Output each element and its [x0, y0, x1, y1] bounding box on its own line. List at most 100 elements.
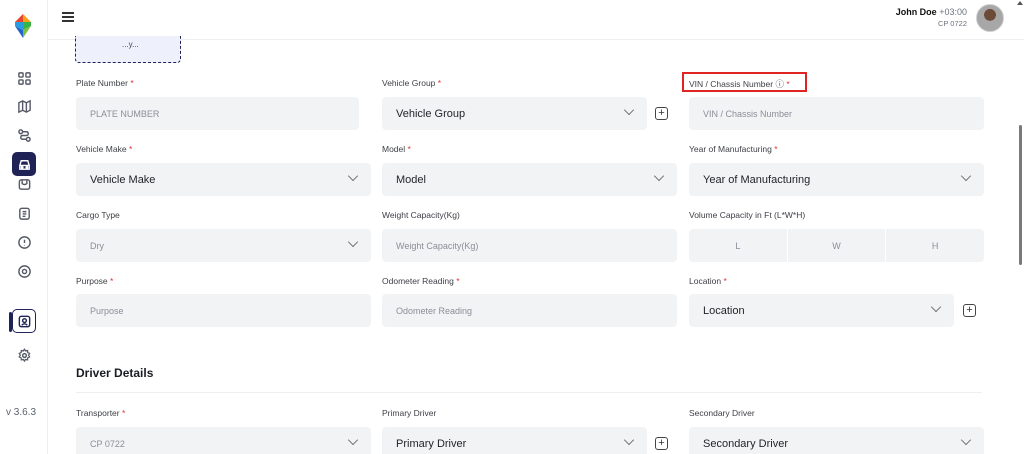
purpose-label: Purpose *: [76, 276, 113, 286]
add-vehicle-group-plus-icon[interactable]: +: [655, 107, 668, 120]
required-marker: *: [774, 144, 778, 154]
cargo-type-label-text: Cargo Type: [76, 210, 120, 220]
cargo-type-label: Cargo Type: [76, 210, 120, 220]
model-value: Model: [396, 173, 426, 186]
chevron-down-icon: [347, 236, 359, 248]
vin-placeholder: VIN / Chassis Number: [703, 108, 793, 119]
volume-capacity-label: Volume Capacity in Ft (L*W*H): [689, 210, 805, 220]
user-name: John Doe +03:00: [896, 7, 967, 17]
plate-number-label: Plate Number *: [76, 78, 134, 88]
year-label: Year of Manufacturing *: [689, 144, 778, 154]
vehicle-group-value: Vehicle Group: [396, 107, 466, 120]
app-logo[interactable]: [9, 12, 37, 40]
location-value: Location: [703, 304, 745, 317]
vehicle-make-label-text: Vehicle Make: [76, 144, 127, 154]
chevron-down-icon: [623, 104, 635, 116]
top-bar: John Doe +03:00 CP 0722: [48, 0, 1024, 40]
weight-capacity-label-text: Weight Capacity(Kg): [382, 210, 460, 220]
weight-capacity-input[interactable]: Weight Capacity(Kg): [382, 229, 677, 262]
page-scrollbar[interactable]: [1016, 0, 1024, 454]
plate-number-label-text: Plate Number: [76, 78, 128, 88]
alert-icon[interactable]: [12, 230, 36, 254]
add-primary-driver-plus-icon[interactable]: +: [655, 437, 668, 450]
chevron-down-icon: [930, 301, 942, 313]
required-marker: *: [128, 144, 133, 154]
app-version: v 3.6.3: [6, 407, 37, 418]
required-marker: *: [437, 78, 442, 88]
volume-width-input[interactable]: W: [788, 229, 887, 262]
map-icon[interactable]: [12, 94, 36, 118]
vin-label-highlight: [682, 72, 807, 92]
sidebar: v 3.6.3: [0, 0, 48, 454]
vehicle-group-label: Vehicle Group *: [382, 78, 441, 88]
avatar[interactable]: [976, 4, 1004, 32]
year-value: Year of Manufacturing: [703, 173, 811, 186]
vehicle-make-value: Vehicle Make: [90, 173, 156, 186]
secondary-driver-select[interactable]: Secondary Driver: [689, 427, 984, 454]
location-pin-icon[interactable]: [12, 259, 36, 283]
transporter-label-text: Transporter: [76, 408, 120, 418]
secondary-driver-label: Secondary Driver: [689, 408, 755, 418]
transporter-select[interactable]: CP 0722: [76, 427, 371, 454]
scroll-thumb[interactable]: [1019, 125, 1022, 265]
required-marker: *: [110, 276, 114, 286]
volume-capacity-group: L W H: [689, 229, 984, 262]
route-icon[interactable]: [12, 123, 36, 147]
volume-capacity-label-text: Volume Capacity in Ft (L*W*H): [689, 210, 806, 220]
year-label-text: Year of Manufacturing: [689, 144, 772, 154]
vin-input[interactable]: VIN / Chassis Number: [689, 97, 984, 130]
chevron-down-icon: [960, 434, 972, 446]
primary-driver-value: Primary Driver: [396, 437, 467, 450]
purpose-label-text: Purpose: [76, 276, 108, 286]
cargo-type-value: Dry: [90, 240, 104, 251]
transporter-value: CP 0722: [90, 438, 125, 449]
plate-number-input[interactable]: PLATE NUMBER: [76, 97, 359, 130]
primary-driver-label-text: Primary Driver: [382, 408, 437, 418]
user-company-code: CP 0722: [937, 19, 967, 28]
required-marker: *: [456, 276, 460, 286]
package-icon[interactable]: [12, 172, 36, 196]
vehicle-make-select[interactable]: Vehicle Make: [76, 163, 371, 196]
vehicle-form: ...y... Plate Number * PLATE NUMBER Vehi…: [48, 36, 1016, 454]
model-label: Model *: [382, 144, 411, 154]
user-badge-icon[interactable]: [9, 309, 36, 333]
volume-height-input[interactable]: H: [886, 229, 984, 262]
chevron-down-icon: [347, 170, 359, 182]
vehicle-group-select[interactable]: Vehicle Group: [382, 97, 647, 130]
weight-capacity-placeholder: Weight Capacity(Kg): [396, 240, 479, 251]
odometer-label: Odometer Reading *: [382, 276, 460, 286]
required-marker: *: [723, 276, 727, 286]
scroll-up-arrow-icon[interactable]: [1017, 1, 1023, 5]
driver-details-title: Driver Details: [76, 366, 154, 380]
required-marker: *: [122, 408, 126, 418]
required-marker: *: [130, 78, 134, 88]
purpose-input[interactable]: Purpose: [76, 294, 371, 327]
secondary-driver-value: Secondary Driver: [703, 437, 788, 450]
vehicle-group-label-text: Vehicle Group: [382, 78, 436, 88]
plate-number-placeholder: PLATE NUMBER: [90, 108, 160, 119]
odometer-label-text: Odometer Reading: [382, 276, 454, 286]
model-select[interactable]: Model: [382, 163, 677, 196]
primary-driver-label: Primary Driver: [382, 408, 436, 418]
chevron-down-icon: [653, 170, 665, 182]
required-marker: *: [407, 144, 411, 154]
primary-driver-select[interactable]: Primary Driver: [382, 427, 647, 454]
purpose-placeholder: Purpose: [90, 305, 124, 316]
menu-toggle-icon[interactable]: [62, 12, 74, 22]
clipboard-icon[interactable]: [12, 201, 36, 225]
chevron-down-icon: [960, 170, 972, 182]
dashboard-grid-icon[interactable]: [12, 66, 36, 90]
transporter-label: Transporter *: [76, 408, 125, 418]
location-label: Location *: [689, 276, 727, 286]
odometer-input[interactable]: Odometer Reading: [382, 294, 677, 327]
image-upload-box[interactable]: ...y...: [75, 36, 181, 63]
chevron-down-icon: [623, 434, 635, 446]
upload-box-text: ...y...: [122, 40, 139, 49]
volume-length-input[interactable]: L: [689, 229, 788, 262]
location-select[interactable]: Location: [689, 294, 954, 327]
settings-gear-icon[interactable]: [12, 343, 36, 367]
add-location-plus-icon[interactable]: +: [963, 304, 976, 317]
cargo-type-select[interactable]: Dry: [76, 229, 371, 262]
vehicle-make-label: Vehicle Make *: [76, 144, 132, 154]
year-select[interactable]: Year of Manufacturing: [689, 163, 984, 196]
